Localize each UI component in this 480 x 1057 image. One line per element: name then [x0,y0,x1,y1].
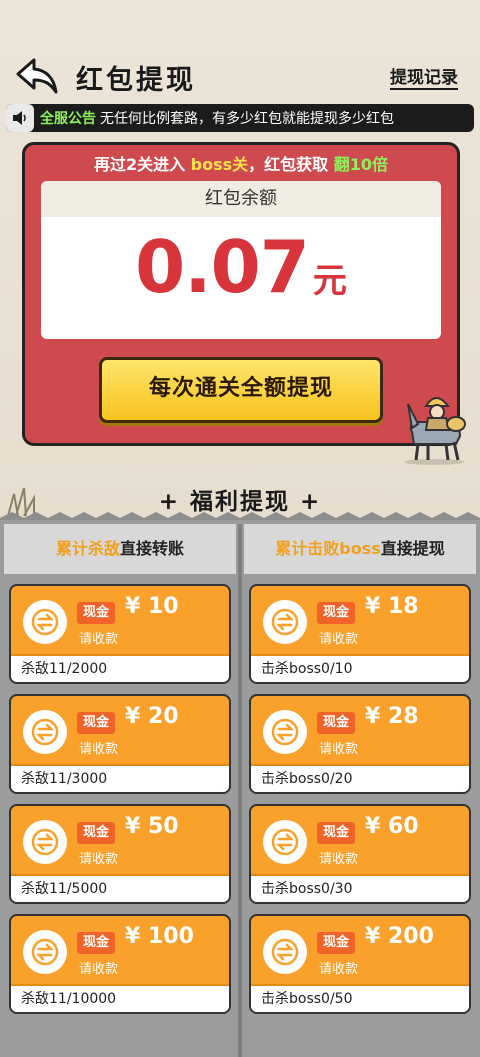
announcement-text: 无任何比例套路，有多少红包就能提现多少红包 [100,111,394,127]
reward-amount: ¥ 28 [365,704,419,729]
kill-header-rest: 直接转账 [120,539,185,558]
cash-tag: 现金 [77,822,116,844]
boss-progress: 击杀boss0/10 [251,654,469,682]
kill-progress: 杀敌11/2000 [11,654,229,682]
cash-tag: 现金 [317,712,356,734]
transfer-icon [263,820,307,864]
reward-amount: ¥ 18 [365,594,419,619]
transfer-icon [23,600,67,644]
cash-tag: 现金 [317,932,356,954]
kill-progress: 杀敌11/3000 [11,764,229,792]
column-divider [238,524,242,1057]
promo-prefix: 再过2关进入 [93,155,186,174]
boss-progress: 击杀boss0/30 [251,874,469,902]
reward-amount: ¥ 200 [365,924,434,949]
announcement-tag: 全服公告 [40,111,96,127]
balance-value: 0.07 [135,225,310,309]
boss-progress: 击杀boss0/20 [251,764,469,792]
collect-label: 请收款 [319,632,359,647]
transfer-icon [23,710,67,754]
transfer-icon [23,930,67,974]
cash-tag: 现金 [77,712,116,734]
kill-progress: 杀敌11/10000 [11,984,229,1012]
kill-reward-card[interactable]: 现金 ¥ 50 请收款 杀敌11/5000 [9,804,231,904]
collect-label: 请收款 [79,962,119,977]
boss-promo-text: 再过2关进入 boss关，红包获取 翻10倍 [25,151,457,175]
cash-tag: 现金 [317,602,356,624]
reward-amount: ¥ 10 [125,594,179,619]
transfer-icon [263,710,307,754]
header: 红包提现 提现记录 [0,50,480,102]
kill-progress: 杀敌11/5000 [11,874,229,902]
back-button[interactable] [14,56,60,96]
cash-tag: 现金 [77,932,116,954]
page-title: 红包提现 [76,65,196,96]
collect-label: 请收款 [319,962,359,977]
collect-label: 请收款 [79,852,119,867]
kill-reward-card[interactable]: 现金 ¥ 10 请收款 杀敌11/2000 [9,584,231,684]
collect-label: 请收款 [79,632,119,647]
kill-header-highlight: 累计杀敌 [55,539,120,558]
balance-card: 红包余额 0.07 元 [41,181,441,339]
back-arrow-icon [16,58,58,94]
red-envelope-panel: 再过2关进入 boss关，红包获取 翻10倍 红包余额 0.07 元 每次通关全额… [22,142,460,446]
collect-label: 请收款 [319,852,359,867]
boss-header-highlight: 累计击败boss [275,539,381,558]
promo-middle: ，红包获取 [248,155,329,174]
boss-header-rest: 直接提现 [380,539,445,558]
reward-amount: ¥ 60 [365,814,419,839]
withdraw-button[interactable]: 每次通关全额提现 [99,357,383,423]
transfer-icon [263,600,307,644]
boss-progress: 击杀boss0/50 [251,984,469,1012]
transfer-icon [23,820,67,864]
reward-amount: ¥ 100 [125,924,194,949]
cash-tag: 现金 [77,602,116,624]
boss-reward-card[interactable]: 现金 ¥ 200 请收款 击杀boss0/50 [249,914,471,1014]
balance-unit: 元 [312,261,347,301]
promo-bonus: 翻10倍 [333,155,389,174]
announcement-bar: 全服公告 无任何比例套路，有多少红包就能提现多少红包 [6,104,474,132]
kill-reward-card[interactable]: 现金 ¥ 20 请收款 杀敌11/3000 [9,694,231,794]
promo-boss: boss关 [190,155,249,174]
cash-tag: 现金 [317,822,356,844]
balance-label: 红包余额 [41,181,441,217]
collect-label: 请收款 [319,742,359,757]
transfer-icon [263,930,307,974]
boss-reward-card[interactable]: 现金 ¥ 28 请收款 击杀boss0/20 [249,694,471,794]
boss-reward-card[interactable]: 现金 ¥ 60 请收款 击杀boss0/30 [249,804,471,904]
withdraw-record-link[interactable]: 提现记录 [390,68,458,90]
balance-amount: 0.07 元 [41,225,441,309]
boss-column-header: 累计击败boss直接提现 [244,524,476,574]
reward-amount: ¥ 20 [125,704,179,729]
reward-amount: ¥ 50 [125,814,179,839]
boss-reward-card[interactable]: 现金 ¥ 18 请收款 击杀boss0/10 [249,584,471,684]
rider-character-icon [404,397,466,465]
kill-column-header: 累计杀敌直接转账 [4,524,236,574]
collect-label: 请收款 [79,742,119,757]
kill-reward-card[interactable]: 现金 ¥ 100 请收款 杀敌11/10000 [9,914,231,1014]
speaker-icon [6,104,34,132]
